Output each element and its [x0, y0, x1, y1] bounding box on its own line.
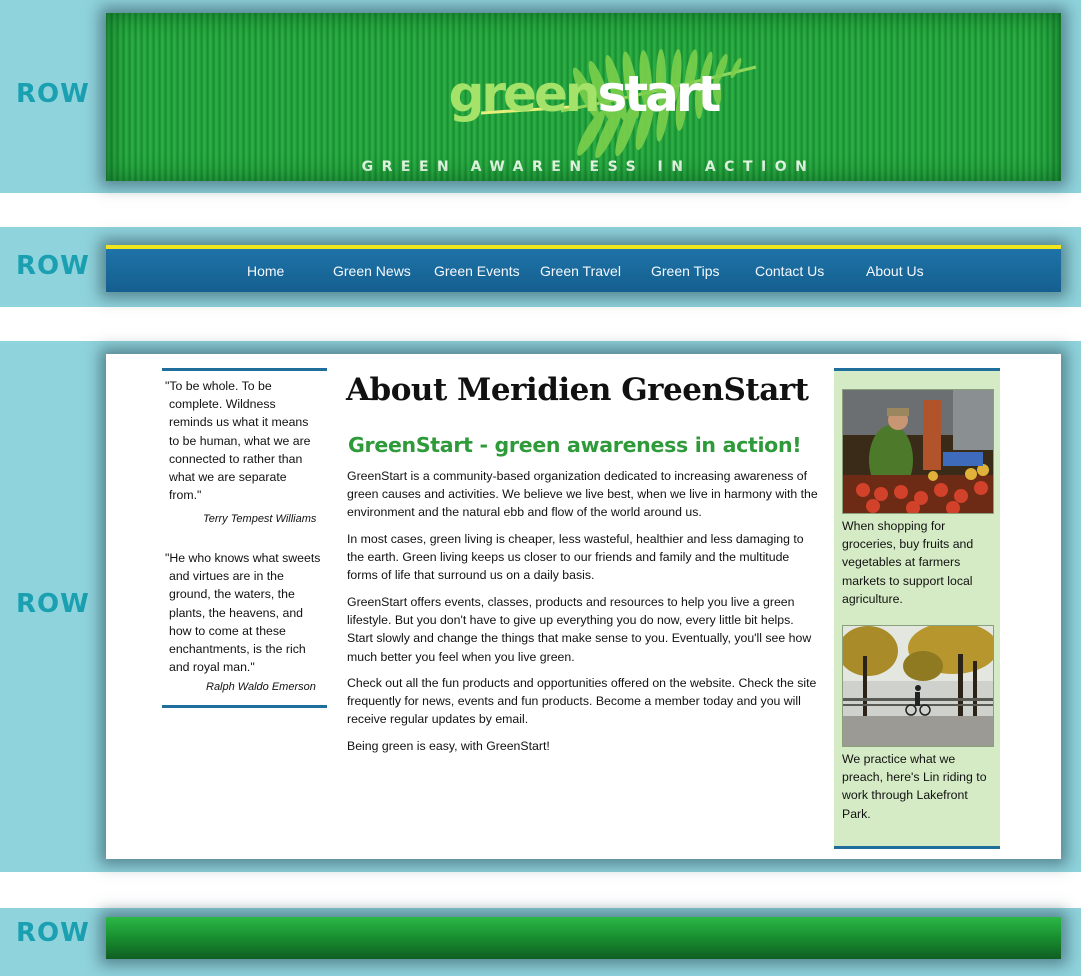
- article-paragraph: Being green is easy, with GreenStart!: [347, 737, 837, 755]
- caption-line: agriculture.: [842, 591, 903, 606]
- quote-author: Ralph Waldo Emerson: [206, 681, 316, 693]
- paragraph-line: green causes and activities. We believe …: [347, 487, 818, 502]
- paragraph-line: Start slowly and change the things that …: [347, 631, 812, 646]
- quote-block: "To be whole. To be complete. Wildness r…: [162, 377, 311, 504]
- fern-leaf-logo-graphic: [480, 49, 757, 159]
- quote-line: and virtues are in the: [169, 569, 284, 584]
- quote-line: from.": [169, 488, 202, 503]
- photo-caption: When shopping for groceries, buy fruits …: [842, 517, 997, 608]
- site-logo[interactable]: greenstart: [106, 69, 1061, 119]
- paragraph-line: the earth. Green living keeps us closer …: [347, 550, 790, 565]
- quote-block: "He who knows what sweets and virtues ar…: [162, 549, 320, 676]
- caption-line: markets to support local: [842, 573, 973, 588]
- caption-line: vegetables at farmers: [842, 555, 961, 570]
- quote-line: reminds us what it means: [169, 415, 309, 430]
- sidebar-left-quotes: "To be whole. To be complete. Wildness r…: [162, 368, 327, 708]
- nav-item-green-tips[interactable]: Green Tips: [651, 263, 719, 279]
- caption-line: preach, here's Lin riding to: [842, 770, 987, 785]
- paragraph-line: GreenStart is a community-based organiza…: [347, 469, 808, 483]
- farmers-market-photo: [842, 389, 994, 514]
- row-label: ROW: [16, 589, 90, 619]
- article-paragraph: In most cases, green living is cheaper, …: [347, 530, 837, 585]
- quote-author: Terry Tempest Williams: [203, 513, 317, 525]
- lakefront-park-photo: [842, 625, 994, 747]
- quote-line: connected to rather than: [169, 451, 303, 466]
- quote-line: "He who knows what sweets: [165, 551, 321, 565]
- site-footer: [106, 917, 1061, 959]
- quote-line: ground, the waters, the: [169, 587, 295, 602]
- farmers-market-photo-graphic: [843, 390, 993, 513]
- paragraph-line: much better you feel when you live green…: [347, 649, 575, 664]
- nav-item-contact-us[interactable]: Contact Us: [755, 263, 824, 279]
- nav-item-about-us[interactable]: About Us: [866, 263, 924, 279]
- quote-line: to be human, what we are: [169, 433, 311, 448]
- paragraph-line: receive regular updates by email.: [347, 712, 529, 727]
- site-tagline: GREEN AWARENESS IN ACTION: [361, 159, 816, 175]
- caption-line: groceries, buy fruits and: [842, 537, 974, 552]
- quote-line: enchantments, is the rich: [169, 642, 306, 657]
- nav-item-green-news[interactable]: Green News: [333, 263, 411, 279]
- article-paragraph: Check out all the fun products and oppor…: [347, 674, 837, 729]
- main-content-area: "To be whole. To be complete. Wildness r…: [106, 354, 1061, 859]
- row-label: ROW: [16, 918, 90, 948]
- nav-item-green-travel[interactable]: Green Travel: [540, 263, 621, 279]
- caption-line: Park.: [842, 806, 871, 821]
- paragraph-line: frequently for news, events and fun prod…: [347, 694, 801, 709]
- row-label: ROW: [16, 251, 90, 281]
- photo-caption: We practice what we preach, here's Lin r…: [842, 750, 997, 823]
- nav-item-green-events[interactable]: Green Events: [434, 263, 520, 279]
- paragraph-line: Being green is easy, with GreenStart!: [347, 739, 550, 753]
- logo-word-start: start: [597, 65, 721, 123]
- main-navigation: Home Green News Green Events Green Trave…: [106, 245, 1061, 292]
- paragraph-line: environment and the natural ebb and flow…: [347, 505, 702, 520]
- quote-line: what we are separate: [169, 470, 287, 485]
- site-header: greenstart GREEN AWARENESS IN ACTION: [106, 13, 1061, 181]
- caption-line: When shopping for: [842, 519, 946, 533]
- row-label: ROW: [16, 79, 90, 109]
- caption-line: work through Lakefront: [842, 788, 968, 803]
- nav-item-home[interactable]: Home: [247, 263, 284, 279]
- article-subtitle: GreenStart - green awareness in action!: [348, 433, 802, 457]
- paragraph-line: Check out all the fun products and oppor…: [347, 676, 817, 690]
- paragraph-line: forms of life that surround us on a dail…: [347, 568, 595, 583]
- page-title: About Meridien GreenStart: [346, 372, 809, 408]
- article-paragraph: GreenStart is a community-based organiza…: [347, 467, 837, 522]
- sidebar-right: When shopping for groceries, buy fruits …: [834, 368, 1000, 849]
- paragraph-line: lifestyle. But you don't have to give up…: [347, 613, 794, 628]
- article-paragraph: GreenStart offers events, classes, produ…: [347, 593, 837, 666]
- paragraph-line: GreenStart offers events, classes, produ…: [347, 595, 795, 609]
- quote-line: how to come at these: [169, 623, 286, 638]
- paragraph-line: In most cases, green living is cheaper, …: [347, 532, 804, 546]
- logo-word-green: green: [448, 65, 601, 123]
- quote-line: "To be whole. To be: [165, 379, 272, 393]
- lakefront-park-photo-graphic: [843, 626, 993, 746]
- quote-line: plants, the heavens, and: [169, 605, 303, 620]
- quote-line: and royal man.": [169, 660, 255, 675]
- quote-line: complete. Wildness: [169, 397, 276, 412]
- caption-line: We practice what we: [842, 752, 956, 766]
